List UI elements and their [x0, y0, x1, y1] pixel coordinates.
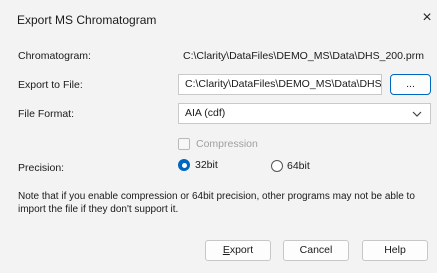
compression-checkbox[interactable]: [178, 138, 190, 150]
cancel-button[interactable]: Cancel: [283, 240, 349, 261]
title-bar: Export MS Chromatogram ×: [0, 0, 437, 40]
precision-64bit-radio[interactable]: [271, 160, 283, 172]
export-ms-chromatogram-dialog: Export MS Chromatogram × Chromatogram: C…: [0, 0, 437, 273]
close-icon[interactable]: ×: [420, 9, 434, 27]
precision-label: Precision:: [18, 162, 65, 174]
chevron-down-icon: [412, 111, 422, 117]
chromatogram-path: C:\Clarity\DataFiles\DEMO_MS\Data\DHS_20…: [183, 50, 424, 62]
browse-button[interactable]: ...: [390, 74, 431, 95]
precision-32bit-radio[interactable]: [178, 159, 190, 171]
file-format-selected: AIA (cdf): [185, 107, 226, 119]
file-format-label: File Format:: [18, 108, 75, 120]
file-format-select[interactable]: AIA (cdf): [178, 103, 431, 124]
export-button-mnemonic: E: [222, 244, 230, 256]
precision-64bit-label: 64bit: [287, 160, 310, 172]
precision-note: Note that if you enable compression or 6…: [18, 191, 415, 215]
chromatogram-label: Chromatogram:: [18, 50, 91, 62]
compression-label: Compression: [196, 138, 258, 150]
export-button[interactable]: Export: [205, 240, 271, 261]
export-button-label: xport: [229, 244, 254, 256]
export-to-file-label: Export to File:: [18, 79, 83, 91]
precision-32bit-label: 32bit: [195, 159, 218, 171]
export-file-input[interactable]: C:\Clarity\DataFiles\DEMO_MS\Data\DHS_: [178, 74, 382, 95]
help-button[interactable]: Help: [362, 240, 428, 261]
dialog-title: Export MS Chromatogram: [17, 13, 157, 27]
